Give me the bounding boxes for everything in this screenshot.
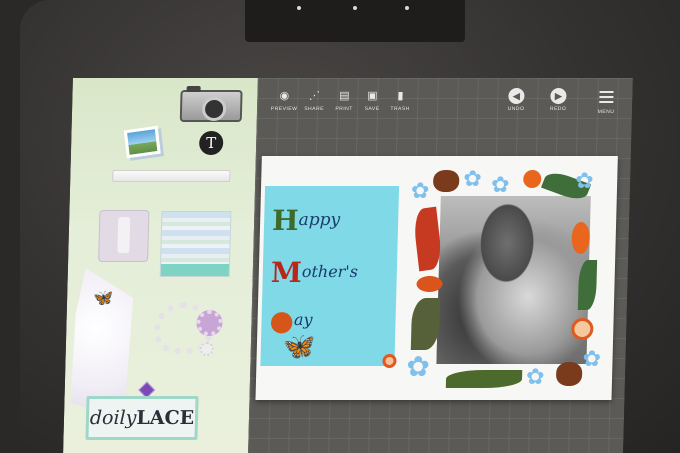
orange-fruit-sticker[interactable] — [523, 170, 542, 188]
green-leaf-sticker[interactable] — [577, 260, 598, 310]
redo-button[interactable]: ▶ REDO — [543, 88, 574, 112]
redo-icon: ▶ — [550, 88, 567, 104]
paper-strip-asset[interactable] — [112, 170, 231, 182]
undo-button[interactable]: ◀ UNDO — [501, 88, 532, 112]
pack-label-caps: LACE — [136, 407, 195, 429]
butterfly-icon[interactable]: 🦋 — [93, 288, 113, 308]
print-button[interactable]: ▤ PRINT — [329, 88, 360, 112]
camera-icon[interactable] — [179, 90, 243, 122]
green-leaf-sticker[interactable] — [445, 370, 523, 388]
card-line-2: Mother's — [270, 256, 395, 289]
striped-paper-asset[interactable] — [159, 211, 232, 277]
share-label: SHARE — [304, 106, 325, 112]
card-line-1-text: appy — [298, 210, 341, 230]
trash-label: TRASH — [390, 106, 410, 112]
editor-workspace: ◉ PREVIEW ⋰ SHARE ▤ PRINT ▣ SAVE ▮ TRASH… — [248, 78, 633, 453]
pinecone-sticker[interactable] — [432, 170, 460, 192]
save-button[interactable]: ▣ SAVE — [357, 88, 388, 112]
blue-flower-sticker[interactable]: ✿ — [575, 168, 594, 194]
menu-button[interactable]: MENU — [591, 88, 622, 115]
menu-label: MENU — [597, 109, 615, 115]
redo-label: REDO — [549, 106, 567, 112]
blue-flower-sticker[interactable]: ✿ — [411, 178, 430, 204]
card-line-1: Happy — [272, 204, 397, 237]
citrus-slice-sticker[interactable] — [571, 318, 594, 340]
top-toolbar: ◉ PREVIEW ⋰ SHARE ▤ PRINT ▣ SAVE ▮ TRASH… — [257, 88, 633, 124]
undo-icon: ◀ — [508, 88, 525, 104]
trash-button[interactable]: ▮ TRASH — [385, 88, 416, 112]
save-icon: ▣ — [367, 90, 378, 102]
preview-label: PREVIEW — [270, 106, 298, 112]
flower-sticker — [382, 354, 397, 368]
text-tool-button[interactable]: T — [198, 131, 224, 155]
leaf-letter-m: M — [270, 256, 303, 289]
asset-pack-label[interactable]: doily LACE — [85, 396, 199, 440]
menu-icon — [591, 91, 621, 107]
tablet-screen: T 🦋 doilyLACE ◉ PREVIEW ⋰ SHARE ▤ PRINT — [63, 78, 633, 453]
blue-flower-sticker[interactable]: ✿ — [491, 172, 510, 198]
pinecone-sticker[interactable] — [555, 362, 583, 386]
print-label: PRINT — [335, 106, 353, 112]
flower-lace-asset[interactable] — [196, 310, 223, 336]
trash-icon: ▮ — [397, 90, 404, 102]
design-page[interactable]: Happy Mother's ●ay 🦋 ✿ ✿ ✿ ✿ ✿ ✿ ✿ — [255, 156, 618, 400]
asset-sidebar: T 🦋 doily LACE — [63, 78, 258, 453]
card-line-2-text: other's — [301, 262, 359, 281]
card-line-3-text: ay — [293, 310, 313, 329]
child-photo[interactable] — [436, 196, 591, 364]
photo-library-icon[interactable] — [123, 125, 161, 159]
blue-flower-sticker[interactable]: ✿ — [582, 346, 601, 372]
share-icon: ⋰ — [308, 90, 321, 102]
small-lace-asset[interactable] — [199, 342, 214, 356]
save-label: SAVE — [364, 106, 380, 112]
seed-pod-sticker[interactable] — [410, 298, 441, 350]
eye-icon: ◉ — [279, 90, 290, 102]
blue-flower-sticker[interactable]: ✿ — [463, 166, 482, 192]
frame-asset[interactable] — [98, 210, 150, 262]
printer-icon: ▤ — [339, 90, 350, 102]
greeting-card[interactable]: Happy Mother's ●ay 🦋 — [260, 186, 400, 368]
text-tool-glyph: T — [205, 134, 217, 152]
blue-flower-sticker[interactable]: ✿ — [406, 350, 430, 383]
leaf-letter-h: H — [271, 204, 300, 237]
preview-button[interactable]: ◉ PREVIEW — [269, 88, 300, 112]
undo-label: UNDO — [507, 106, 525, 112]
butterfly-icon: 🦋 — [282, 331, 316, 361]
photo-collage[interactable]: ✿ ✿ ✿ ✿ ✿ ✿ ✿ — [406, 164, 612, 396]
overhead-object — [245, 0, 465, 42]
blue-flower-sticker[interactable]: ✿ — [526, 364, 545, 390]
pack-label-italic: doily — [89, 407, 137, 429]
share-button[interactable]: ⋰ SHARE — [299, 88, 330, 112]
